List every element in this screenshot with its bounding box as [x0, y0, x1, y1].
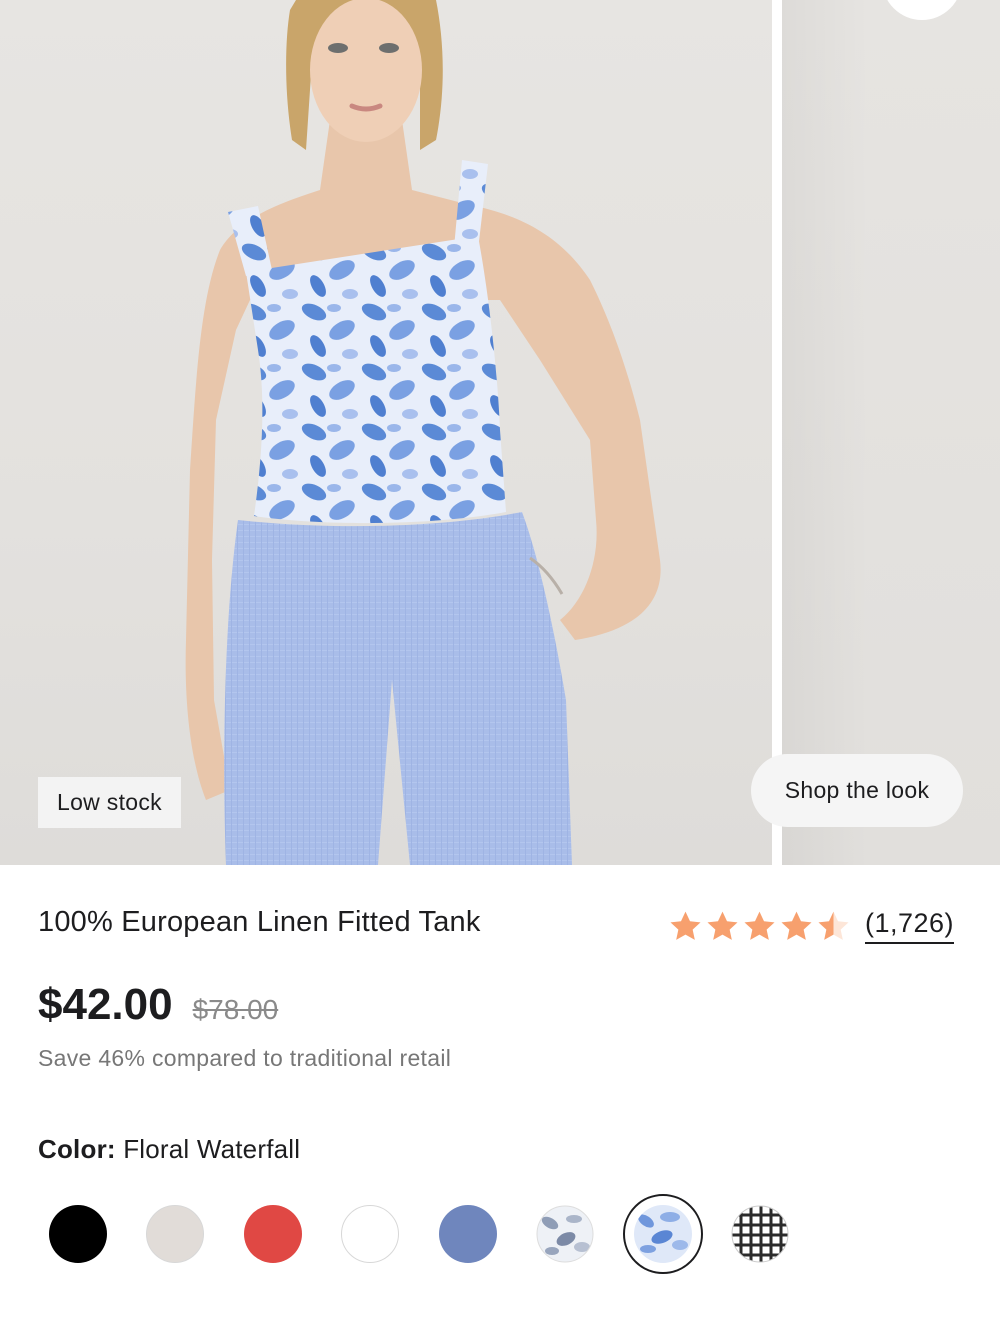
swatch-black[interactable]	[49, 1205, 107, 1263]
swatch-floral-waterfall-selected[interactable]	[623, 1194, 703, 1274]
grey-floral-pattern	[536, 1205, 594, 1263]
star-rating	[668, 909, 851, 944]
swatch-grey-floral[interactable]	[536, 1205, 594, 1263]
low-stock-badge: Low stock	[38, 777, 181, 828]
product-title: 100% European Linen Fitted Tank	[38, 906, 481, 938]
original-price: $78.00	[192, 994, 279, 1025]
product-image-gallery[interactable]: Low stock Shop the look	[0, 0, 1000, 865]
product-photo-main[interactable]	[0, 0, 772, 865]
color-label-value: Floral Waterfall	[123, 1134, 301, 1164]
star-icon	[818, 911, 849, 940]
product-photo-next[interactable]	[782, 0, 1000, 865]
price-row: $42.00 $78.00	[38, 980, 278, 1030]
sale-price: $42.00	[38, 980, 173, 1029]
product-rating[interactable]: (1,726)	[668, 904, 955, 948]
color-label-key: Color:	[38, 1134, 116, 1164]
model-illustration	[185, 0, 661, 865]
star-icon	[707, 911, 738, 940]
color-swatch-list	[0, 1190, 1000, 1280]
star-icon	[781, 911, 812, 940]
floral-waterfall-pattern	[634, 1205, 692, 1263]
gingham-pattern	[731, 1205, 789, 1263]
shop-the-look-button[interactable]: Shop the look	[751, 754, 963, 827]
star-icon	[670, 911, 701, 940]
floral-waterfall-fill	[634, 1205, 692, 1263]
savings-note: Save 46% compared to traditional retail	[38, 1045, 452, 1071]
review-count-link[interactable]: (1,726)	[865, 908, 955, 944]
photo-shadow	[782, 0, 1000, 865]
swatch-red[interactable]	[244, 1205, 302, 1263]
swatch-stone[interactable]	[146, 1205, 204, 1263]
color-label: Color: Floral Waterfall	[38, 1134, 300, 1165]
swatch-black-check[interactable]	[731, 1205, 789, 1263]
swatch-white[interactable]	[341, 1205, 399, 1263]
swatch-slate-blue[interactable]	[439, 1205, 497, 1263]
star-icon	[744, 911, 775, 940]
